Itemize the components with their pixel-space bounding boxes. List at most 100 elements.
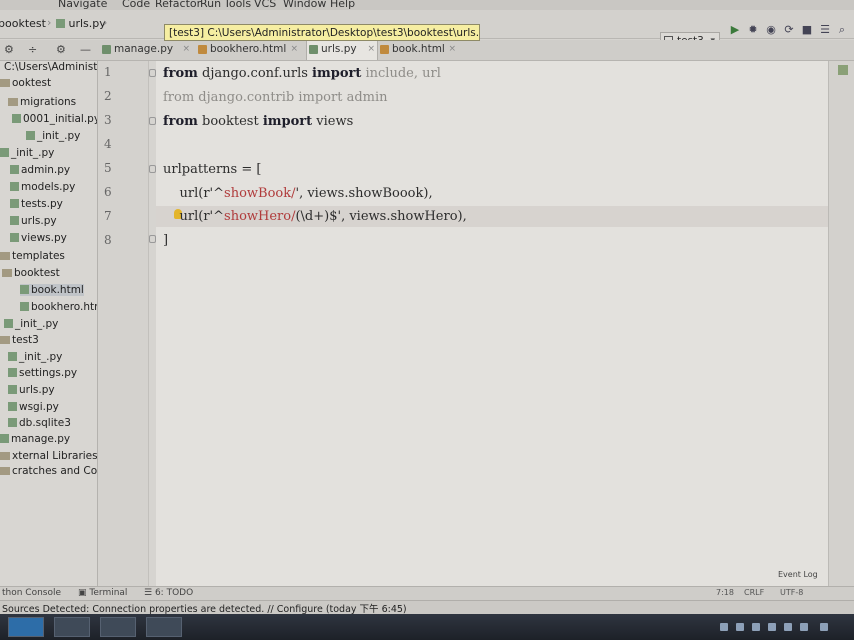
tree-item[interactable]: db.sqlite3: [8, 417, 71, 429]
coverage-icon[interactable]: ◉: [765, 24, 777, 36]
caret-position[interactable]: 7:18: [716, 588, 734, 597]
file-icon: [8, 368, 17, 377]
taskbar-app-button[interactable]: [146, 617, 182, 637]
tray-icon[interactable]: [736, 623, 744, 631]
file-icon: [20, 302, 29, 311]
tray-icon[interactable]: [720, 623, 728, 631]
close-icon[interactable]: ×: [182, 40, 190, 59]
tree-item-label: urls.py: [19, 384, 55, 396]
tab-manage-py[interactable]: manage.py ×: [100, 40, 192, 60]
file-encoding[interactable]: UTF-8: [780, 588, 803, 597]
tray-icon[interactable]: [768, 623, 776, 631]
structure-icon[interactable]: ☰: [819, 24, 831, 36]
breadcrumb-project[interactable]: booktest: [0, 17, 46, 30]
folder-icon: [2, 269, 12, 277]
tree-item[interactable]: admin.py: [10, 164, 70, 176]
tree-item-label: _init_.py: [37, 130, 81, 142]
tree-item-label: migrations: [20, 96, 77, 108]
project-tool-buttons: ⚙ ÷ ⚙ —: [0, 40, 100, 60]
stop-icon[interactable]: ■: [801, 24, 813, 36]
tree-item[interactable]: urls.py: [10, 215, 57, 227]
tree-item[interactable]: urls.py: [8, 384, 55, 396]
collapse-icon[interactable]: ÷: [28, 43, 37, 56]
taskbar-app-button[interactable]: [100, 617, 136, 637]
close-icon[interactable]: ×: [367, 40, 375, 59]
file-path-tooltip: [test3] C:\Users\Administrator\Desktop\t…: [164, 24, 480, 41]
run-icon[interactable]: ▶: [729, 24, 741, 36]
tray-icon[interactable]: [752, 623, 760, 631]
gear-icon[interactable]: ⚙: [4, 43, 14, 56]
python-console-tab[interactable]: thon Console: [2, 588, 61, 598]
code-editor[interactable]: from django.conf.urls import include, ur…: [156, 61, 828, 586]
tree-item[interactable]: _init_.py: [26, 130, 80, 142]
tab-urls-py[interactable]: urls.py ×: [306, 40, 378, 60]
todo-tab[interactable]: ☰ 6: TODO: [144, 588, 193, 598]
tree-item[interactable]: book.html: [20, 284, 84, 296]
start-button[interactable]: [8, 617, 44, 637]
tree-item-label: _init_.py: [11, 147, 55, 159]
menu-code[interactable]: Code: [122, 0, 150, 10]
folder-icon: [0, 252, 10, 260]
tree-item[interactable]: manage.py: [0, 433, 70, 445]
fold-marker-icon[interactable]: [149, 69, 156, 77]
line-separator[interactable]: CRLF: [744, 588, 764, 597]
tree-item[interactable]: _init_.py: [0, 147, 54, 159]
tree-item-label: 0001_initial.py: [23, 113, 98, 125]
event-log-button[interactable]: Event Log: [778, 570, 818, 579]
file-icon: [4, 319, 13, 328]
network-icon[interactable]: [784, 623, 792, 631]
close-icon[interactable]: ×: [448, 40, 456, 59]
file-icon: [8, 352, 17, 361]
line-number-gutter: 1 2 3 4 5 6 7 8: [98, 61, 149, 586]
minimize-icon[interactable]: —: [80, 43, 91, 56]
file-icon: [12, 114, 21, 123]
inspection-status-icon[interactable]: [838, 65, 848, 75]
tree-item[interactable]: C:\Users\Administ: [4, 61, 97, 73]
breadcrumb-file[interactable]: urls.py: [56, 17, 106, 30]
clock-icon[interactable]: [820, 623, 828, 631]
tree-item[interactable]: bookhero.html: [20, 301, 97, 313]
tree-item[interactable]: templates: [0, 250, 65, 262]
tree-item[interactable]: test3: [0, 334, 39, 346]
fold-marker-icon[interactable]: [149, 117, 156, 125]
tree-item[interactable]: xternal Libraries: [0, 450, 97, 462]
menu-help[interactable]: Help: [330, 0, 355, 10]
menu-run[interactable]: Run: [200, 0, 221, 10]
menu-tools[interactable]: Tools: [224, 0, 251, 10]
menu-bar: Navigate Code Refactor Run Tools VCS Win…: [0, 0, 854, 10]
tree-item[interactable]: _init_.py: [4, 318, 58, 330]
tree-item[interactable]: tests.py: [10, 198, 63, 210]
tab-book-html[interactable]: book.html ×: [378, 40, 458, 60]
volume-icon[interactable]: [800, 623, 808, 631]
debug-icon[interactable]: ✹: [747, 24, 759, 36]
menu-window[interactable]: Window: [283, 0, 326, 10]
profile-icon[interactable]: ⟳: [783, 24, 795, 36]
folder-icon: [0, 452, 10, 460]
breadcrumb-separator-icon: ›: [47, 16, 52, 29]
fold-marker-icon[interactable]: [149, 165, 156, 173]
taskbar-app-button[interactable]: [54, 617, 90, 637]
tree-item[interactable]: wsgi.py: [8, 401, 59, 413]
menu-navigate[interactable]: Navigate: [58, 0, 107, 10]
menu-refactor[interactable]: Refactor: [155, 0, 201, 10]
search-icon[interactable]: ⌕: [836, 24, 848, 36]
fold-marker-icon[interactable]: [149, 235, 156, 243]
tree-item[interactable]: ooktest: [0, 77, 51, 89]
terminal-tab[interactable]: ▣ Terminal: [78, 588, 127, 598]
tree-item-label: bookhero.html: [31, 301, 97, 313]
tree-item[interactable]: _init_.py: [8, 351, 62, 363]
tree-item[interactable]: views.py: [10, 232, 67, 244]
tree-item[interactable]: cratches and Consoles: [0, 465, 97, 477]
tree-item-label: db.sqlite3: [19, 417, 71, 429]
tree-item[interactable]: migrations: [8, 96, 76, 108]
tree-item[interactable]: booktest: [2, 267, 60, 279]
tab-bookhero-html[interactable]: bookhero.html ×: [196, 40, 300, 60]
tree-item[interactable]: settings.py: [8, 367, 77, 379]
project-tree: C:\Users\Administ ooktest migrations 0001_i…: [0, 61, 98, 586]
tree-item[interactable]: 0001_initial.py: [12, 113, 98, 125]
menu-vcs[interactable]: VCS: [254, 0, 276, 10]
tree-item[interactable]: models.py: [10, 181, 75, 193]
settings-icon[interactable]: ⚙: [56, 43, 66, 56]
close-icon[interactable]: ×: [290, 40, 298, 59]
status-message[interactable]: Sources Detected: Connection properties …: [2, 601, 407, 615]
